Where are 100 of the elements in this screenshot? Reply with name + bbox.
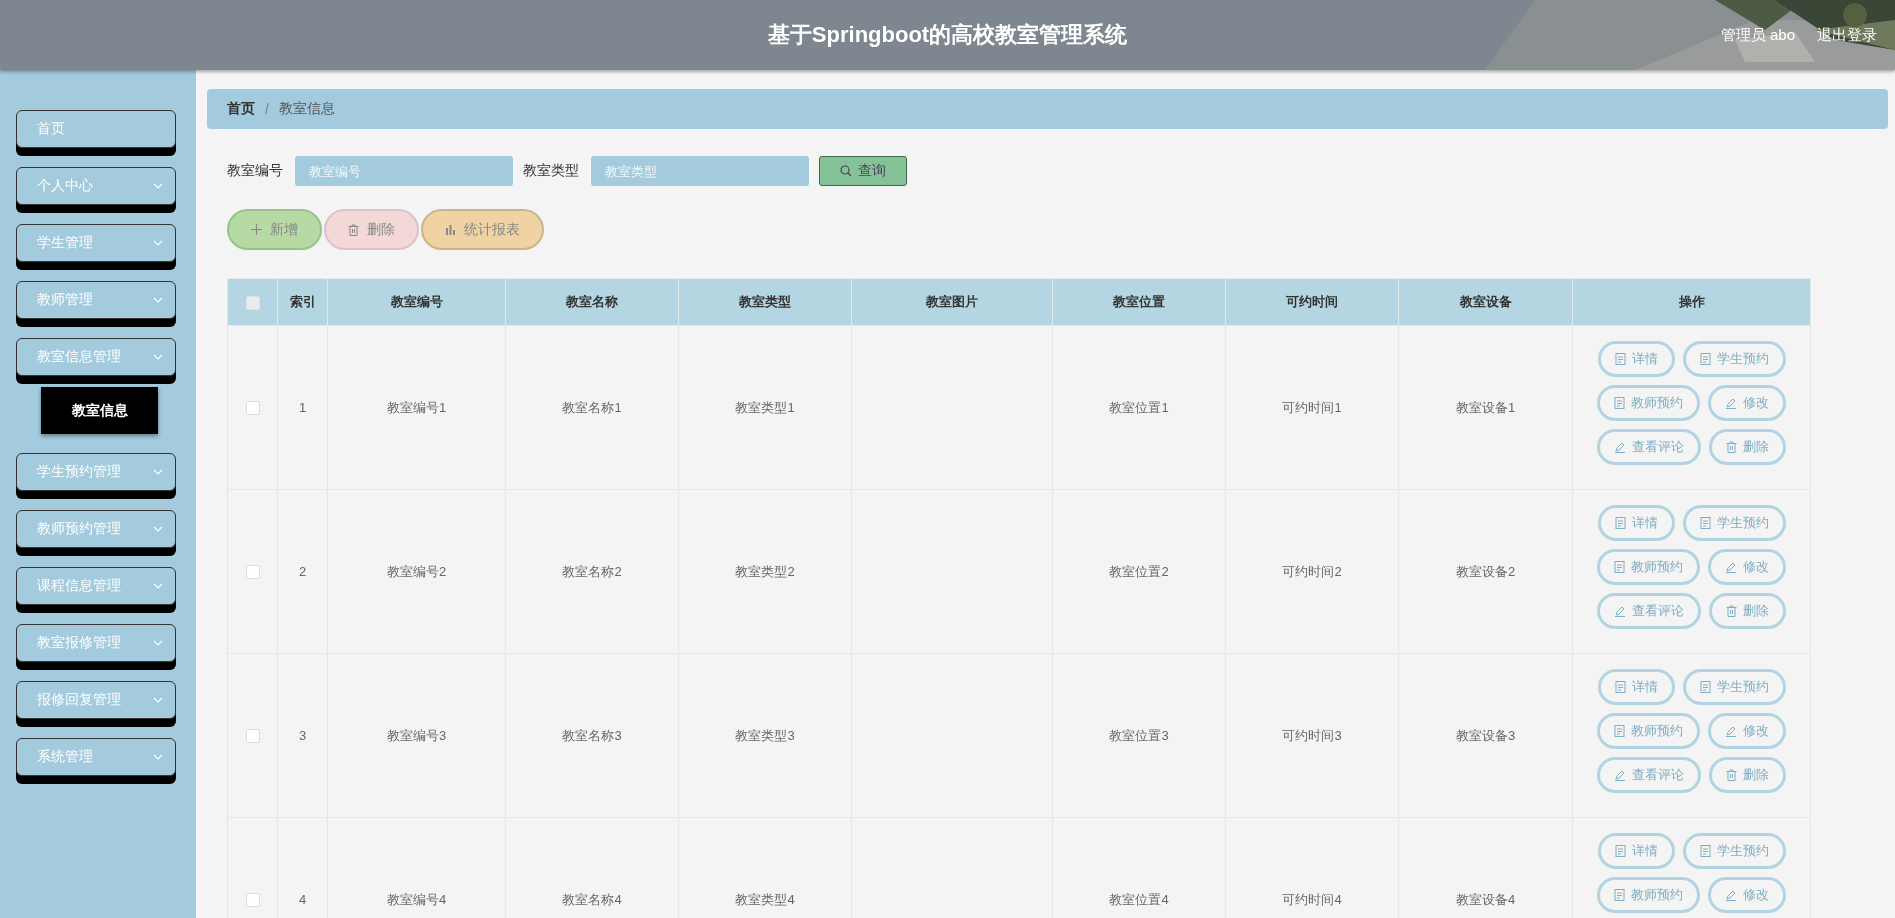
bar-chart-icon bbox=[445, 224, 456, 235]
document-icon bbox=[1614, 353, 1626, 365]
pen-icon bbox=[1725, 889, 1737, 901]
row-checkbox[interactable] bbox=[245, 401, 260, 416]
field-label: 教室类型 bbox=[523, 162, 579, 180]
table-cell: 教室名称3 bbox=[562, 727, 622, 743]
chevron-down-icon bbox=[153, 240, 163, 246]
document-icon bbox=[1614, 889, 1625, 901]
table-cell: 教室设备1 bbox=[1455, 399, 1516, 415]
pen-icon bbox=[1725, 561, 1737, 573]
pen-icon bbox=[1725, 725, 1737, 737]
pen-icon bbox=[1614, 605, 1626, 617]
table-cell: 教室位置2 bbox=[1109, 563, 1169, 579]
row-action-button[interactable]: 查看评论 bbox=[1597, 429, 1701, 465]
submenu-item[interactable]: 教室信息 bbox=[41, 387, 158, 434]
delete-button[interactable]: 删除 bbox=[324, 209, 419, 250]
chevron-down-icon bbox=[153, 469, 163, 475]
column-header: 教室位置 bbox=[1113, 294, 1165, 309]
table-cell: 可约时间1 bbox=[1282, 399, 1342, 415]
chevron-down-icon bbox=[153, 697, 163, 703]
table-cell: 2 bbox=[298, 564, 307, 579]
trash-icon bbox=[1726, 605, 1737, 617]
column-header: 可约时间 bbox=[1286, 294, 1338, 309]
table-cell: 教室名称4 bbox=[562, 891, 622, 907]
table-cell: 3 bbox=[298, 728, 307, 743]
table-cell: 教室类型1 bbox=[735, 399, 795, 415]
table-cell: 教室位置4 bbox=[1109, 891, 1169, 907]
row-checkbox[interactable] bbox=[245, 729, 260, 744]
row-action-button[interactable]: 详情 bbox=[1597, 833, 1675, 869]
search-field[interactable]: 教室编号 bbox=[295, 156, 513, 186]
breadcrumb-item[interactable]: 首页 bbox=[227, 100, 255, 118]
row-action-button[interactable]: 学生预约 bbox=[1682, 341, 1786, 377]
search-button[interactable]: 查询 bbox=[819, 156, 907, 186]
table-cell: 4 bbox=[298, 892, 307, 907]
report-button[interactable]: 统计报表 bbox=[421, 209, 544, 250]
column-header: 教室图片 bbox=[926, 294, 978, 309]
row-action-button[interactable]: 删除 bbox=[1709, 757, 1786, 793]
table-cell: 教室位置1 bbox=[1109, 399, 1169, 415]
chevron-down-icon bbox=[153, 354, 163, 360]
table-cell: 教室位置3 bbox=[1109, 727, 1169, 743]
select-all-checkbox[interactable] bbox=[245, 295, 260, 310]
row-action-button[interactable]: 修改 bbox=[1708, 385, 1786, 421]
row-action-button[interactable]: 详情 bbox=[1597, 341, 1675, 377]
document-icon bbox=[1614, 517, 1626, 529]
row-action-button[interactable]: 修改 bbox=[1708, 549, 1786, 585]
document-icon bbox=[1699, 681, 1711, 693]
row-action-button[interactable]: 学生预约 bbox=[1682, 505, 1786, 541]
document-icon bbox=[1614, 561, 1625, 573]
row-action-button[interactable]: 教师预约 bbox=[1597, 385, 1700, 421]
search-field[interactable]: 教室类型 bbox=[591, 156, 809, 186]
document-icon bbox=[1614, 845, 1626, 857]
table-cell: 可约时间2 bbox=[1282, 563, 1342, 579]
table-cell: 教室设备4 bbox=[1455, 891, 1516, 907]
row-action-button[interactable]: 教师预约 bbox=[1597, 877, 1700, 913]
row-action-button[interactable]: 查看评论 bbox=[1597, 757, 1701, 793]
add-button[interactable]: 新增 bbox=[227, 209, 322, 250]
breadcrumb-item: 教室信息 bbox=[278, 100, 335, 118]
table-cell: 教室名称2 bbox=[562, 563, 622, 579]
column-header: 教室编号 bbox=[390, 294, 443, 309]
row-action-button[interactable]: 查看评论 bbox=[1597, 593, 1701, 629]
table-cell: 教室设备2 bbox=[1455, 563, 1516, 579]
document-icon bbox=[1614, 725, 1625, 737]
trash-icon bbox=[1726, 441, 1737, 453]
chevron-down-icon bbox=[153, 297, 163, 303]
trash-icon bbox=[348, 223, 359, 236]
pen-icon bbox=[1725, 397, 1737, 409]
row-action-button[interactable]: 详情 bbox=[1597, 505, 1675, 541]
chevron-down-icon bbox=[153, 583, 163, 589]
user-label: 管理员 abo bbox=[1720, 25, 1795, 45]
chevron-down-icon bbox=[153, 183, 163, 189]
row-checkbox[interactable] bbox=[245, 893, 260, 908]
row-action-button[interactable]: 修改 bbox=[1708, 877, 1786, 913]
row-action-button[interactable]: 学生预约 bbox=[1682, 833, 1786, 869]
pen-icon bbox=[1614, 441, 1626, 453]
table-cell: 1 bbox=[298, 400, 307, 415]
column-header: 操作 bbox=[1678, 294, 1705, 309]
trash-icon bbox=[1726, 769, 1737, 781]
row-checkbox[interactable] bbox=[245, 565, 260, 580]
document-icon bbox=[1614, 681, 1626, 693]
row-action-button[interactable]: 详情 bbox=[1597, 669, 1675, 705]
column-header: 教室设备 bbox=[1459, 294, 1512, 309]
chevron-down-icon bbox=[153, 754, 163, 760]
chevron-down-icon bbox=[153, 640, 163, 646]
chevron-down-icon bbox=[153, 526, 163, 532]
row-action-button[interactable]: 教师预约 bbox=[1597, 549, 1700, 585]
row-action-button[interactable]: 删除 bbox=[1709, 429, 1786, 465]
table-cell: 可约时间3 bbox=[1282, 727, 1342, 743]
row-action-button[interactable]: 教师预约 bbox=[1597, 713, 1700, 749]
row-action-button[interactable]: 学生预约 bbox=[1682, 669, 1786, 705]
table-cell: 教室编号3 bbox=[386, 727, 447, 743]
plus-icon bbox=[251, 224, 262, 235]
table-cell: 教室编号2 bbox=[386, 563, 447, 579]
field-label: 教室编号 bbox=[227, 162, 283, 180]
table-cell: 教室名称1 bbox=[562, 399, 622, 415]
document-icon bbox=[1614, 397, 1625, 409]
row-action-button[interactable]: 修改 bbox=[1708, 713, 1786, 749]
document-icon bbox=[1699, 517, 1711, 529]
row-action-button[interactable]: 删除 bbox=[1709, 593, 1786, 629]
table-cell: 可约时间4 bbox=[1282, 891, 1342, 907]
document-icon bbox=[1699, 353, 1711, 365]
